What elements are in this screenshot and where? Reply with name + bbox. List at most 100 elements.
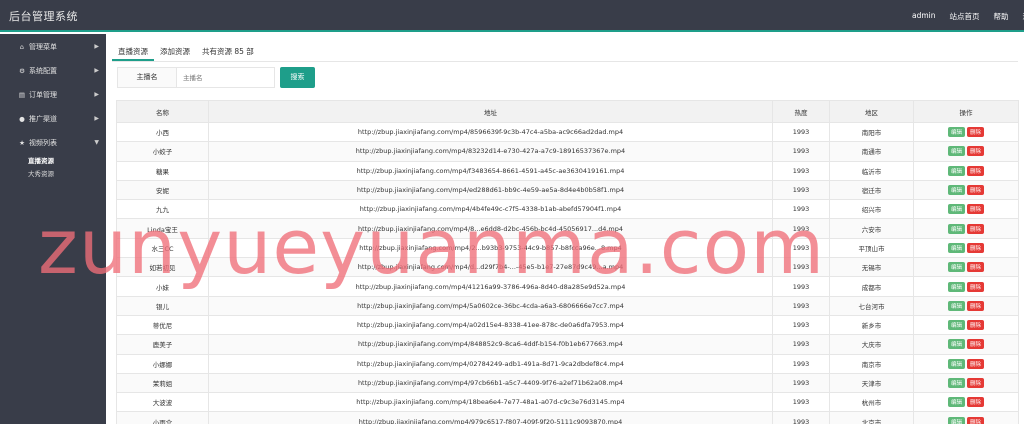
delete-button[interactable]: 删除 [967,416,985,424]
delete-button[interactable]: 删除 [967,300,985,311]
cell-heat: 1993 [772,160,830,181]
cell-region: 绍兴市 [829,199,914,220]
delete-button[interactable]: 删除 [967,223,985,234]
column-header-url: 地址 [208,100,773,123]
cell-heat: 1993 [772,237,830,259]
cell-url: http://zbup.jiaxinjiafang.com/mp4/5a0602… [208,295,773,316]
delete-button[interactable]: 删除 [967,165,985,176]
search-button[interactable]: 搜索 [280,67,315,88]
edit-button[interactable]: 编辑 [947,204,965,215]
edit-button[interactable]: 编辑 [947,185,965,196]
table-row: Linda宝王 http://zbup.jiaxinjiafang.com/mp4… [116,218,1019,239]
cell-region: 平顶山市 [829,237,914,259]
cell-name: Linda宝王 [116,218,209,239]
cell-url: http://zbup.jiaxinjiafang.com/mp4/ed288d… [208,179,773,201]
nav-site-home[interactable]: 站点首页 [950,11,980,22]
cell-actions: 编辑 删除 [913,257,1019,278]
cell-name: 银儿 [116,295,209,316]
cell-actions: 编辑 删除 [913,276,1019,297]
delete-button[interactable]: 删除 [967,320,985,331]
cell-url: http://zbup.jiaxinjiafang.com/mp4/8...e6… [208,218,773,239]
delete-button[interactable]: 删除 [967,397,985,408]
edit-button[interactable]: 编辑 [947,416,965,424]
cell-actions: 编辑 删除 [913,237,1019,259]
cell-heat: 1993 [772,392,830,413]
cell-name: 茉莉姐 [116,372,209,394]
cell-heat: 1993 [772,121,830,143]
delete-button[interactable]: 删除 [967,185,985,196]
star-icon: ★ [19,139,25,147]
cell-url: http://zbup.jiaxinjiafang.com/mp4/979c65… [208,411,773,424]
tab-bar: 直播资源 添加资源 共有资源 85 部 [112,42,1018,62]
column-header-actions: 操作 [913,100,1019,123]
edit-button[interactable]: 编辑 [947,262,965,273]
table-row: 小蛟子 http://zbup.jiaxinjiafang.com/mp4/832… [116,141,1019,162]
edit-button[interactable]: 编辑 [947,242,965,253]
chevron-down-icon: ▼ [94,139,99,146]
cell-heat: 1993 [772,218,830,239]
tab-add-resource[interactable]: 添加资源 [154,42,196,61]
delete-button[interactable]: 删除 [967,339,985,350]
delete-button[interactable]: 删除 [967,204,985,215]
cell-heat: 1993 [772,334,830,355]
sidebar-item-menu-management[interactable]: ⌂ 管理菜单 ▶ [0,35,106,59]
delete-button[interactable]: 删除 [967,146,985,157]
cell-actions: 编辑 删除 [913,314,1019,336]
cell-heat: 1993 [772,372,830,394]
submenu-item-live-resources[interactable]: 直播资源 [28,155,106,168]
cell-region: 六安市 [829,218,914,239]
sidebar-item-promotion-channel[interactable]: ● 推广渠道 ▶ [0,107,106,131]
cell-name: 鹿美子 [116,334,209,355]
edit-button[interactable]: 编辑 [947,320,965,331]
table-row: 鹿美子 http://zbup.jiaxinjiafang.com/mp4/848… [116,334,1019,355]
table-row: 小西 http://zbup.jiaxinjiafang.com/mp4/8596… [116,121,1019,143]
edit-button[interactable]: 编辑 [947,358,965,369]
gears-icon: ⚙ [19,67,25,75]
table-header-row: 名称 地址 热度 地区 操作 [116,100,1019,123]
sidebar-item-system-config[interactable]: ⚙ 系统配置 ▶ [0,59,106,83]
edit-button[interactable]: 编辑 [947,127,965,138]
nav-help[interactable]: 帮助 [994,11,1009,22]
cell-region: 新乡市 [829,314,914,336]
delete-button[interactable]: 删除 [967,358,985,369]
edit-button[interactable]: 编辑 [947,378,965,388]
cell-heat: 1993 [772,141,830,162]
edit-button[interactable]: 编辑 [947,223,965,234]
cell-region: 成都市 [829,276,914,297]
cell-heat: 1993 [772,179,830,201]
cell-region: 大庆市 [829,334,914,355]
submenu-item-show-resources[interactable]: 大秀资源 [28,168,106,181]
edit-button[interactable]: 编辑 [947,146,965,157]
edit-button[interactable]: 编辑 [947,281,965,292]
delete-button[interactable]: 删除 [967,281,985,292]
cell-name: 小雨伞 [116,411,209,424]
cell-url: http://zbup.jiaxinjiafang.com/mp4/027842… [208,353,773,374]
delete-button[interactable]: 删除 [967,378,985,388]
cell-name: 蒂优尼 [116,314,209,336]
edit-button[interactable]: 编辑 [947,339,965,350]
delete-button[interactable]: 删除 [967,127,985,138]
cell-heat: 1993 [772,295,830,316]
nav-admin[interactable]: admin [912,11,936,22]
resource-table: 名称 地址 热度 地区 操作 小西 http://zbup.jiaxinjiafa… [116,100,1019,424]
delete-button[interactable]: 删除 [967,262,985,273]
edit-button[interactable]: 编辑 [947,397,965,408]
cell-name: 小西 [116,121,209,143]
edit-button[interactable]: 编辑 [947,300,965,311]
search-input[interactable] [177,67,275,88]
sidebar-item-order-management[interactable]: ▤ 订单管理 ▶ [0,83,106,107]
cell-url: http://zbup.jiaxinjiafang.com/mp4/f34836… [208,160,773,181]
delete-button[interactable]: 删除 [967,242,985,253]
cell-region: 七台河市 [829,295,914,316]
sidebar-item-video-list[interactable]: ★ 视频列表 ▼ [0,131,106,155]
cell-name: 小娜娜 [116,353,209,374]
cell-url: http://zbup.jiaxinjiafang.com/mp4/18bea6… [208,392,773,413]
tab-live-resources[interactable]: 直播资源 [112,42,154,61]
cell-actions: 编辑 删除 [913,141,1019,162]
cell-actions: 编辑 删除 [913,334,1019,355]
cell-region: 北京市 [829,411,914,424]
tab-total-resources[interactable]: 共有资源 85 部 [196,42,260,61]
chevron-right-icon: ▶ [94,115,99,122]
cell-region: 无锡市 [829,257,914,278]
edit-button[interactable]: 编辑 [947,165,965,176]
